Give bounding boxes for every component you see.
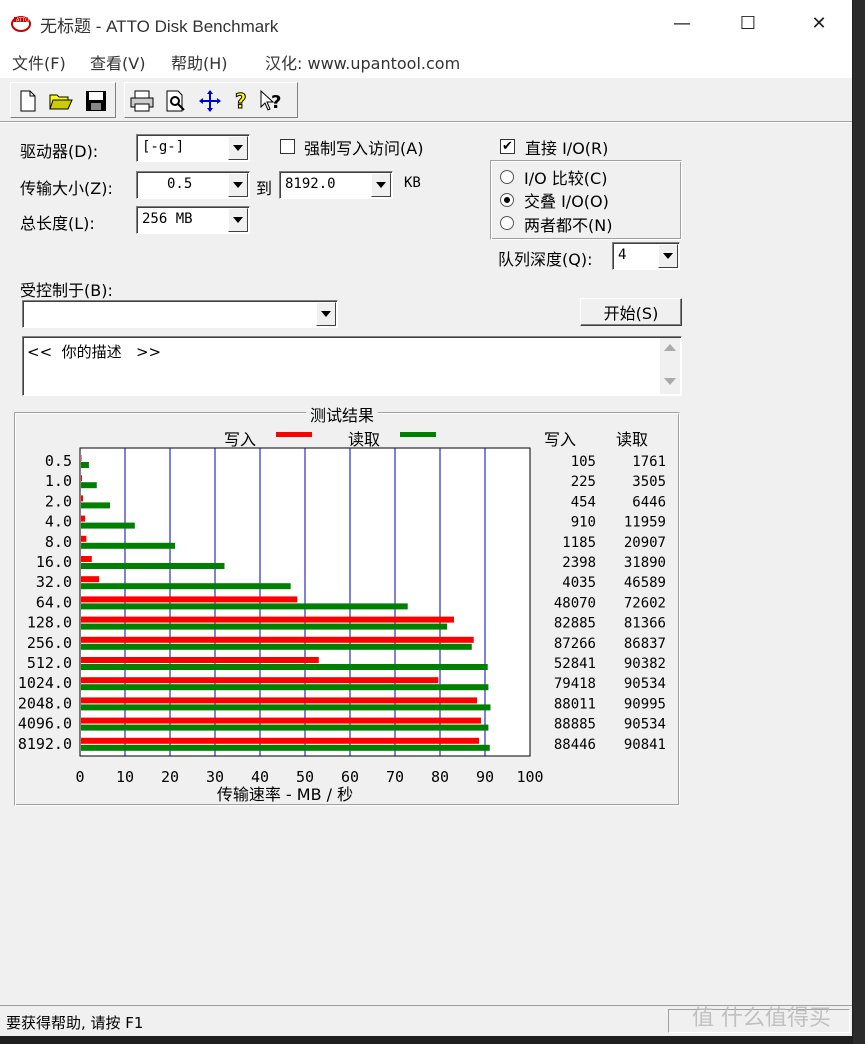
- io-overlap-radio[interactable]: [500, 193, 514, 207]
- queue-depth-value: 4: [618, 247, 627, 263]
- transfer-size-label: 传输大小(Z):: [20, 179, 113, 198]
- maximize-button[interactable]: ☐: [712, 0, 784, 46]
- menu-help[interactable]: 帮助(H): [171, 50, 228, 74]
- scroll-down-icon[interactable]: [664, 378, 676, 385]
- drive-select-value: [-g-]: [142, 139, 185, 155]
- results-col-read: 读取: [616, 430, 649, 449]
- window-title: 无标题 - ATTO Disk Benchmark: [40, 17, 279, 36]
- total-length-value: 256 MB: [142, 211, 193, 227]
- direct-io-label: 直接 I/O(R): [525, 139, 609, 158]
- title-bar[interactable]: ATTO 无标题 - ATTO Disk Benchmark — ☐ ✕: [0, 0, 852, 46]
- move-icon[interactable]: [197, 88, 223, 114]
- direct-io-checkbox[interactable]: ✔: [500, 139, 515, 154]
- svg-text:?: ?: [271, 92, 281, 113]
- close-icon: ✕: [811, 12, 827, 34]
- chevron-down-icon[interactable]: [228, 136, 248, 160]
- checkmark-icon: ✔: [502, 139, 513, 154]
- toolbar-divider: [0, 121, 852, 123]
- toolbar-group-tools: ? ?: [124, 82, 298, 118]
- help-icon[interactable]: ?: [229, 88, 255, 114]
- description-scrollbar[interactable]: [660, 338, 680, 394]
- controlled-by-select[interactable]: [22, 300, 338, 328]
- start-button[interactable]: 开始(S): [580, 298, 682, 326]
- legend-read-swatch: [400, 432, 436, 437]
- results-group: [14, 412, 680, 806]
- drive-label: 驱动器(D):: [20, 142, 99, 161]
- app-window: ATTO 无标题 - ATTO Disk Benchmark — ☐ ✕ 文件(…: [0, 0, 852, 1036]
- force-write-label: 强制写入访问(A): [304, 139, 424, 158]
- transfer-to-select[interactable]: 8192.0: [279, 171, 393, 199]
- chevron-down-icon[interactable]: [371, 173, 391, 197]
- controlled-by-label: 受控制于(B):: [20, 281, 113, 300]
- results-col-write: 写入: [544, 430, 577, 449]
- svg-text:?: ?: [235, 89, 247, 113]
- status-text: 要获得帮助, 请按 F1: [6, 1014, 144, 1032]
- transfer-from-select[interactable]: 0.5: [136, 171, 250, 199]
- total-length-select[interactable]: 256 MB: [136, 206, 250, 234]
- scroll-up-icon[interactable]: [664, 344, 676, 351]
- io-compare-radio[interactable]: [500, 170, 514, 184]
- io-overlap-label: 交叠 I/O(O): [524, 192, 609, 211]
- save-icon[interactable]: [83, 88, 109, 114]
- description-text: << 你的描述 >>: [27, 343, 162, 361]
- description-textarea[interactable]: << 你的描述 >>: [22, 336, 682, 396]
- maximize-icon: ☐: [739, 12, 757, 34]
- io-neither-radio[interactable]: [500, 216, 514, 230]
- transfer-from-value: 0.5: [167, 176, 193, 192]
- menu-bar: 文件(F) 查看(V) 帮助(H) 汉化: www.upantool.com: [0, 46, 852, 78]
- legend-write-label: 写入: [224, 430, 257, 449]
- total-length-label: 总长度(L):: [20, 214, 95, 233]
- print-icon[interactable]: [129, 88, 155, 114]
- toolbar-group-file: [10, 82, 116, 118]
- menu-view[interactable]: 查看(V): [90, 50, 145, 74]
- chevron-down-icon[interactable]: [228, 208, 248, 232]
- io-neither-label: 两者都不(N): [524, 216, 613, 235]
- atto-app-icon: ATTO: [11, 16, 31, 32]
- minimize-icon: —: [673, 12, 691, 34]
- chevron-down-icon[interactable]: [658, 244, 678, 268]
- new-file-icon[interactable]: [15, 88, 41, 114]
- chevron-down-icon[interactable]: [228, 173, 248, 197]
- toolbar: ? ?: [0, 78, 852, 120]
- drive-select[interactable]: [-g-]: [136, 134, 250, 162]
- results-title: 测试结果: [306, 402, 379, 426]
- print-preview-icon[interactable]: [163, 88, 189, 114]
- force-write-checkbox[interactable]: [280, 139, 295, 154]
- menu-hanhua[interactable]: 汉化: www.upantool.com: [265, 50, 460, 74]
- close-button[interactable]: ✕: [783, 0, 855, 46]
- chevron-down-icon[interactable]: [316, 302, 336, 326]
- io-compare-label: I/O 比较(C): [524, 169, 608, 188]
- window-edge: [853, 0, 865, 1044]
- svg-text:ATTO: ATTO: [16, 18, 29, 24]
- queue-depth-label: 队列深度(Q):: [498, 250, 593, 269]
- kb-label: KB: [404, 175, 421, 191]
- to-label: 到: [256, 179, 273, 198]
- context-help-icon[interactable]: ?: [259, 88, 285, 114]
- legend-write-swatch: [276, 432, 312, 437]
- legend-read-label: 读取: [348, 430, 381, 449]
- menu-file[interactable]: 文件(F): [12, 50, 66, 74]
- transfer-to-value: 8192.0: [285, 176, 336, 192]
- minimize-button[interactable]: —: [646, 0, 718, 46]
- queue-depth-select[interactable]: 4: [612, 242, 680, 270]
- open-folder-icon[interactable]: [48, 88, 74, 114]
- watermark: 值 什么值得买: [692, 1006, 831, 1031]
